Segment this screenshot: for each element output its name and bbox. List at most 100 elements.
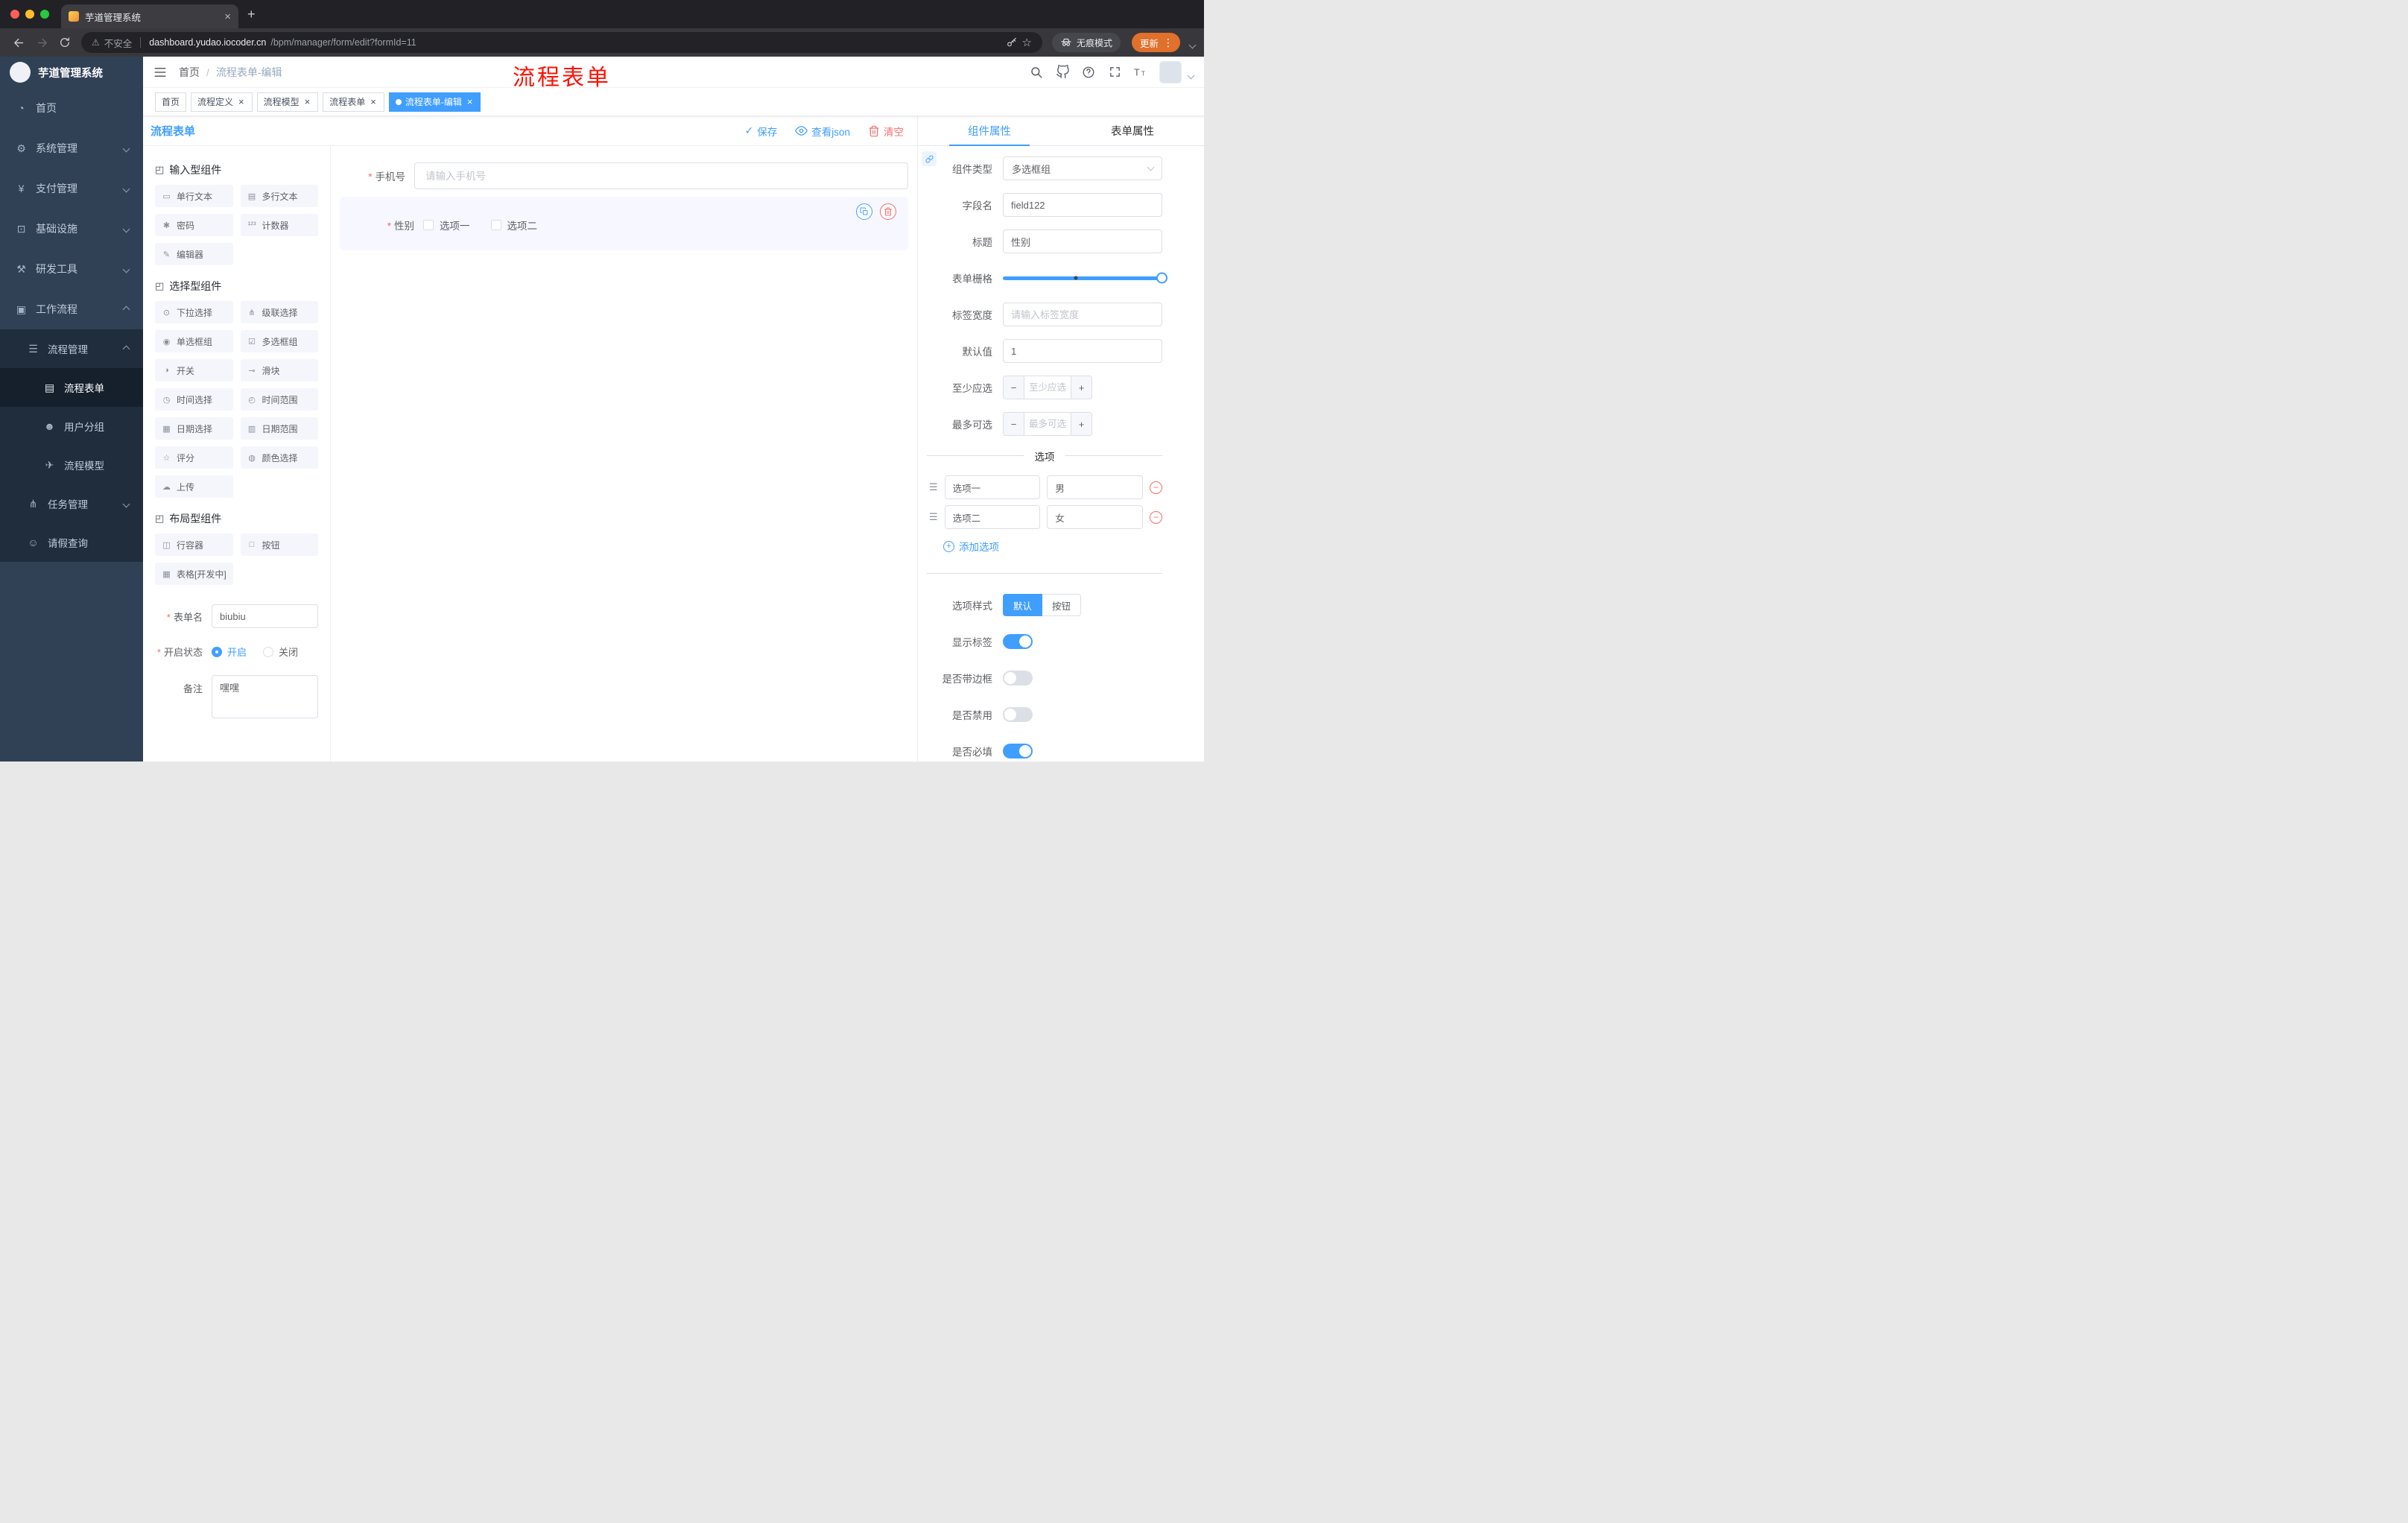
sidebar-submenu-item[interactable]: ☻ 用户分组 — [0, 407, 143, 446]
palette-component[interactable]: ◉ 单选框组 — [155, 330, 233, 352]
status-on-radio[interactable]: 开启 — [212, 645, 247, 659]
palette-component[interactable]: ⋔ 级联选择 — [240, 301, 318, 323]
forward-button[interactable] — [32, 33, 51, 52]
palette-component[interactable]: ◷ 时间选择 — [155, 388, 233, 411]
tag-close-icon[interactable]: × — [303, 96, 312, 107]
phone-field-row[interactable]: 手机号 — [340, 162, 908, 189]
tab-component-props[interactable]: 组件属性 — [918, 116, 1061, 146]
decrease-button[interactable]: − — [1004, 413, 1024, 435]
avatar-caret-icon[interactable] — [1187, 72, 1195, 80]
sidebar-menu-item[interactable]: ▣ 工作流程 — [0, 289, 143, 329]
palette-component[interactable]: ⊸ 滑块 — [240, 359, 318, 381]
window-minimize-button[interactable] — [25, 10, 34, 19]
new-tab-button[interactable]: + — [247, 7, 256, 22]
gender-checkbox-option-1[interactable]: 选项一 — [423, 218, 470, 232]
gender-checkbox-option-2[interactable]: 选项二 — [490, 218, 537, 232]
palette-component[interactable]: ☁ 上传 — [155, 475, 233, 498]
palette-component[interactable]: ¹²³ 计数器 — [240, 214, 318, 236]
sidebar-menu-item[interactable]: ⚒ 研发工具 — [0, 249, 143, 289]
sidebar-menu-item[interactable]: ¥ 支付管理 — [0, 168, 143, 209]
drag-handle-icon[interactable]: ☰ — [929, 481, 938, 493]
sidebar-submenu-item[interactable]: ▤ 流程表单 — [0, 368, 143, 407]
tab-form-props[interactable]: 表单属性 — [1061, 116, 1204, 145]
decrease-button[interactable]: − — [1004, 376, 1024, 399]
update-button[interactable]: 更新 ⋮ — [1131, 33, 1180, 52]
option-value-input[interactable] — [1047, 505, 1143, 529]
field-name-input[interactable] — [1003, 193, 1162, 217]
palette-component[interactable]: ▦ 表格[开发中] — [155, 563, 233, 585]
link-icon[interactable] — [922, 151, 937, 166]
title-input[interactable] — [1003, 229, 1162, 253]
min-select-input[interactable] — [1024, 376, 1071, 399]
sidebar-submenu-item[interactable]: ☺ 请假查询 — [0, 523, 143, 562]
back-button[interactable] — [9, 33, 28, 52]
fullscreen-icon[interactable] — [1107, 65, 1122, 80]
save-button[interactable]: ✓ 保存 — [745, 124, 778, 139]
default-value-input[interactable] — [1003, 339, 1162, 363]
style-default-button[interactable]: 默认 — [1003, 594, 1043, 616]
tag-view[interactable]: 流程表单-编辑 × — [388, 92, 481, 112]
palette-component[interactable]: ◫ 行容器 — [155, 533, 233, 556]
sidebar-submenu-item[interactable]: ⋔ 任务管理 — [0, 484, 143, 523]
palette-component[interactable]: ◴ 时间范围 — [240, 388, 318, 411]
copy-component-icon[interactable] — [856, 203, 872, 220]
palette-component[interactable]: ▥ 日期范围 — [240, 417, 318, 440]
browser-tab[interactable]: 芋道管理系统 × — [61, 4, 238, 28]
toggle-switch[interactable] — [1003, 634, 1033, 649]
tag-view[interactable]: 流程模型 × — [256, 92, 319, 112]
breadcrumb-home-link[interactable]: 首页 — [179, 65, 200, 80]
style-button-button[interactable]: 按钮 — [1042, 594, 1082, 616]
sidebar-toggle-button[interactable] — [153, 66, 167, 79]
add-option-button[interactable]: + 添加选项 — [943, 539, 1162, 554]
form-name-input[interactable] — [212, 604, 318, 628]
tag-close-icon[interactable]: × — [237, 96, 246, 107]
palette-component[interactable]: ☑ 多选框组 — [240, 330, 318, 352]
tag-view[interactable]: 流程定义 × — [191, 92, 253, 112]
remove-option-icon[interactable]: − — [1150, 481, 1162, 494]
grid-slider[interactable] — [1003, 266, 1167, 290]
slider-handle[interactable] — [1156, 272, 1167, 284]
option-label-input[interactable] — [944, 475, 1041, 499]
tag-close-icon[interactable]: × — [369, 96, 378, 107]
palette-component[interactable]: ☆ 评分 — [155, 446, 233, 469]
sidebar-menu-item[interactable]: ◔ 首页 — [0, 88, 143, 128]
browser-menu-icon[interactable]: ⋮ — [1160, 37, 1176, 49]
app-logo[interactable]: 芋道管理系统 — [0, 57, 143, 88]
view-json-button[interactable]: 查看json — [795, 124, 850, 139]
help-icon[interactable] — [1081, 65, 1096, 80]
sidebar-menu-item[interactable]: ⚙ 系统管理 — [0, 128, 143, 168]
increase-button[interactable]: + — [1071, 376, 1091, 399]
status-off-radio[interactable]: 关闭 — [263, 645, 298, 659]
max-select-input[interactable] — [1024, 413, 1071, 435]
tag-view[interactable]: 首页 × — [155, 92, 187, 112]
toggle-switch[interactable] — [1003, 744, 1033, 759]
palette-component[interactable]: ▭ 单行文本 — [155, 185, 233, 207]
search-icon[interactable] — [1029, 65, 1044, 80]
sidebar-submenu-item[interactable]: ✈ 流程模型 — [0, 446, 143, 484]
font-size-icon[interactable]: TT — [1133, 65, 1148, 80]
option-value-input[interactable] — [1047, 475, 1143, 499]
palette-component[interactable]: ✎ 编辑器 — [155, 243, 233, 265]
palette-component[interactable]: ▤ 多行文本 — [240, 185, 318, 207]
label-width-input[interactable] — [1003, 303, 1162, 326]
palette-component[interactable]: □ 按钮 — [240, 533, 318, 556]
palette-component[interactable]: ▦ 日期选择 — [155, 417, 233, 440]
remove-option-icon[interactable]: − — [1150, 510, 1162, 524]
toggle-switch[interactable] — [1003, 671, 1033, 685]
palette-component[interactable]: ✱ 密码 — [155, 214, 233, 236]
window-zoom-button[interactable] — [40, 10, 49, 19]
increase-button[interactable]: + — [1071, 413, 1091, 435]
github-icon[interactable] — [1055, 65, 1070, 80]
component-type-select[interactable]: 多选框组 — [1003, 156, 1162, 180]
palette-component[interactable]: ⊙ 下拉选择 — [155, 301, 233, 323]
toggle-switch[interactable] — [1003, 707, 1033, 722]
bookmark-star-icon[interactable]: ☆ — [1022, 36, 1032, 49]
reload-button[interactable] — [55, 33, 75, 52]
phone-input[interactable] — [414, 162, 908, 189]
drag-handle-icon[interactable]: ☰ — [929, 511, 938, 523]
password-key-icon[interactable] — [1006, 37, 1018, 48]
sidebar-menu-item[interactable]: ⊡ 基础设施 — [0, 209, 143, 249]
chevron-down-icon[interactable] — [1188, 41, 1197, 48]
tab-close-icon[interactable]: × — [224, 11, 231, 22]
sidebar-submenu-item[interactable]: ☰ 流程管理 — [0, 329, 143, 368]
